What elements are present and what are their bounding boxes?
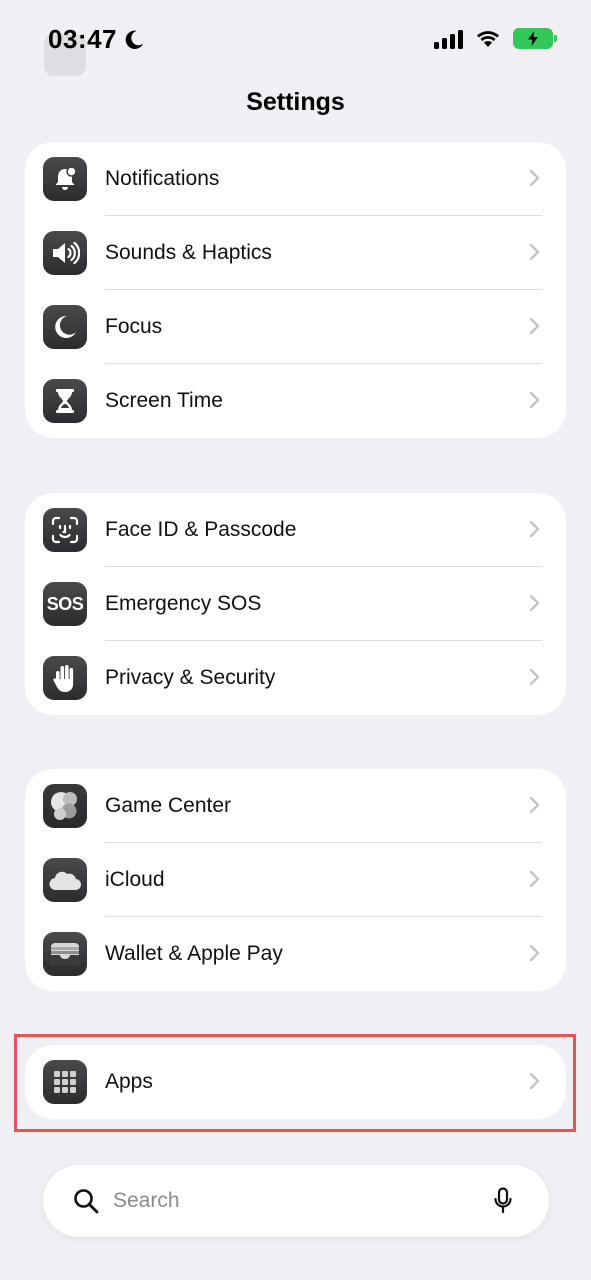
microphone-icon[interactable] [493,1187,513,1215]
row-emergency-sos[interactable]: SOS Emergency SOS [25,567,566,641]
chevron-right-icon [529,870,540,888]
row-sounds-haptics[interactable]: Sounds & Haptics [25,216,566,290]
wallet-icon [43,932,87,976]
row-label: Apps [105,1070,153,1093]
status-bar: 03:47 [0,0,591,80]
chevron-right-icon [529,944,540,962]
apps-grid-icon [43,1060,87,1104]
row-focus[interactable]: Focus [25,290,566,364]
row-game-center[interactable]: Game Center [25,769,566,843]
row-label: Game Center [105,794,232,817]
settings-group-2: Face ID & Passcode SOS Emergency SOS Pri… [25,493,566,715]
chevron-right-icon [529,594,540,612]
settings-group-1: Notifications Sounds & Haptics Focus Scr… [25,142,566,438]
moon-icon [125,30,144,49]
row-label: Screen Time [105,389,223,412]
settings-group-4: Apps [25,1045,566,1119]
row-label: Notifications [105,167,220,190]
status-indicators [434,28,557,49]
chevron-right-icon [529,317,540,335]
row-label: iCloud [105,868,165,891]
row-label: Privacy & Security [105,666,276,689]
row-icloud[interactable]: iCloud [25,843,566,917]
chevron-right-icon [529,243,540,261]
status-time-label: 03:47 [48,24,117,54]
row-privacy-security[interactable]: Privacy & Security [25,641,566,715]
sos-icon: SOS [43,582,87,626]
battery-charging-icon [513,28,557,49]
wifi-icon [477,30,499,47]
row-label: Emergency SOS [105,592,262,615]
search-icon [74,1189,99,1214]
hourglass-icon [43,379,87,423]
chevron-right-icon [529,391,540,409]
row-notifications[interactable]: Notifications [25,142,566,216]
row-label: Sounds & Haptics [105,241,272,264]
row-label: Focus [105,315,163,338]
chevron-right-icon [529,520,540,538]
search-input[interactable] [113,1185,473,1217]
moon-icon [43,305,87,349]
row-label: Wallet & Apple Pay [105,942,283,965]
game-center-icon [43,784,87,828]
face-id-icon [43,508,87,552]
row-face-id-passcode[interactable]: Face ID & Passcode [25,493,566,567]
row-label: Face ID & Passcode [105,518,297,541]
row-wallet-apple-pay[interactable]: Wallet & Apple Pay [25,917,566,991]
hand-icon [43,656,87,700]
page-title: Settings [246,88,345,116]
chevron-right-icon [529,169,540,187]
settings-group-3: Game Center iCloud Wallet & Apple Pay [25,769,566,991]
chevron-right-icon [529,668,540,686]
speaker-icon [43,231,87,275]
cellular-signal-icon [434,29,463,49]
row-apps[interactable]: Apps [25,1045,566,1119]
chevron-right-icon [529,1072,540,1090]
sos-icon-text: SOS [46,593,84,614]
cloud-icon [43,858,87,902]
status-time: 03:47 [48,24,145,55]
row-screen-time[interactable]: Screen Time [25,364,566,438]
search-bar[interactable] [43,1165,549,1237]
notifications-icon [43,157,87,201]
chevron-right-icon [529,796,540,814]
